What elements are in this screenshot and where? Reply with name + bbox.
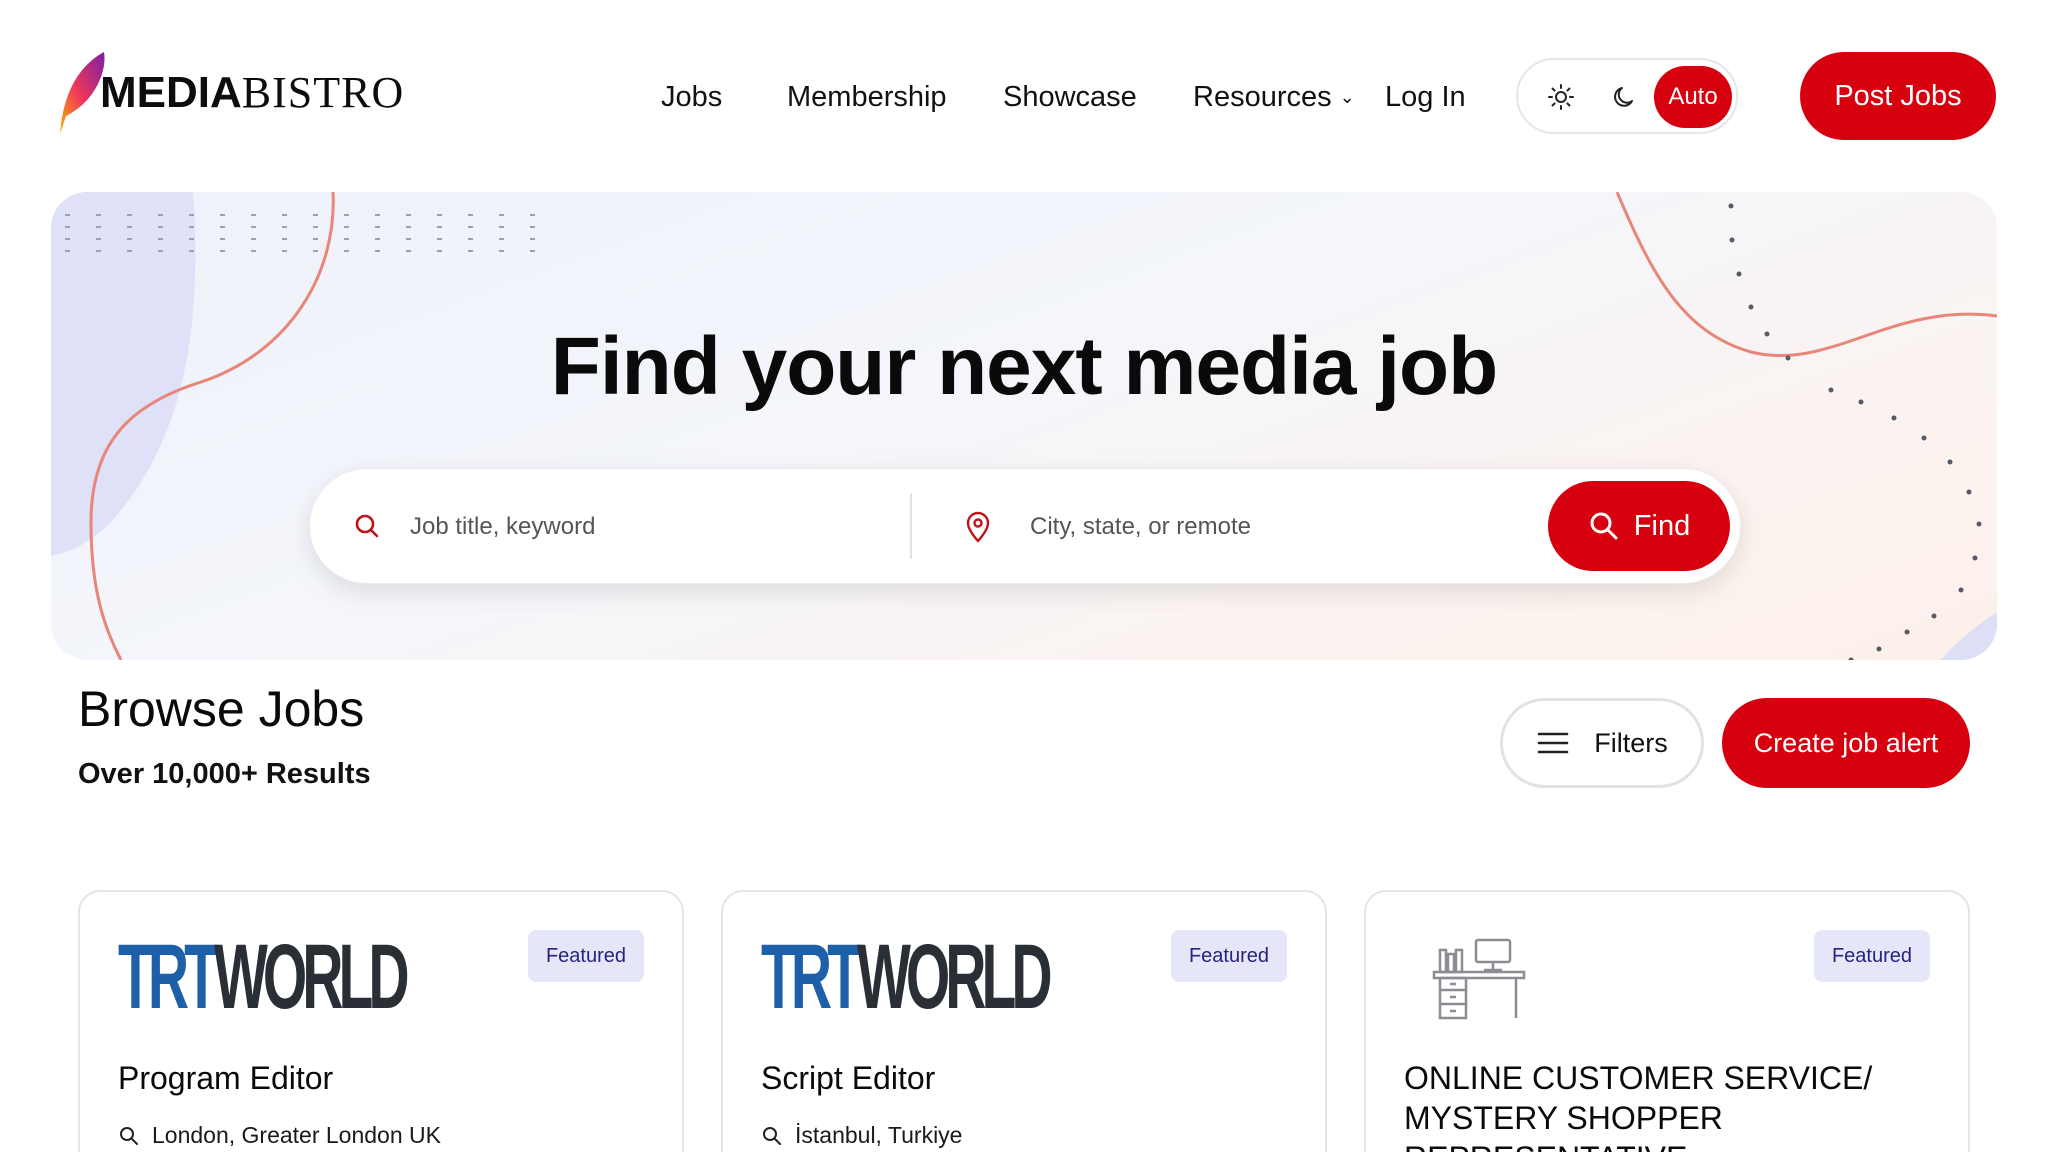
dot-arc [1728, 203, 1982, 660]
nav-membership[interactable]: Membership [787, 72, 947, 122]
auto-mode-button[interactable]: Auto [1654, 66, 1732, 128]
chevron-down-icon: ⌄ [1339, 87, 1355, 107]
job-location: İstanbul, Turkiye [761, 1122, 962, 1149]
featured-badge: Featured [1813, 930, 1930, 982]
job-search-bar: Find [309, 468, 1741, 584]
search-icon [350, 509, 386, 545]
mediabistro-logo[interactable]: MEDIABISTRO [56, 50, 404, 136]
search-icon [1590, 512, 1618, 540]
search-icon [120, 1126, 138, 1145]
location-search-input[interactable] [1030, 499, 1530, 555]
hero-decoration [51, 192, 1997, 660]
hero-banner: Find your next media job Find [51, 192, 1997, 660]
job-location: London, Greater London UK [118, 1122, 441, 1149]
location-pin-icon [960, 509, 996, 545]
results-count: Over 10,000+ Results [78, 758, 371, 790]
nav-showcase[interactable]: Showcase [1003, 72, 1137, 122]
nav-jobs[interactable]: Jobs [661, 72, 722, 122]
light-mode-button[interactable] [1530, 66, 1592, 128]
find-button[interactable]: Find [1548, 481, 1730, 571]
dark-mode-button[interactable] [1594, 66, 1656, 128]
keyword-search-input[interactable] [410, 499, 880, 555]
search-divider [910, 493, 912, 559]
logo-wordmark: MEDIABISTRO [100, 68, 405, 117]
browse-jobs-title: Browse Jobs [78, 681, 365, 737]
featured-badge: Featured [527, 930, 644, 982]
desk-icon [1404, 932, 1594, 1022]
job-title[interactable]: ONLINE CUSTOMER SERVICE/ MYSTERY SHOPPER… [1404, 1058, 1930, 1152]
job-card[interactable]: TRTWORLD Featured Script Editor İstanbul… [721, 890, 1327, 1152]
nav-log-in[interactable]: Log In [1385, 72, 1466, 122]
trt-world-logo: TRTWORLD [761, 926, 1053, 1028]
job-title[interactable]: Program Editor [118, 1058, 644, 1098]
theme-toggle: Auto [1516, 58, 1738, 134]
create-job-alert-button[interactable]: Create job alert [1722, 698, 1970, 788]
moon-icon [1614, 87, 1633, 107]
menu-icon [1537, 732, 1569, 754]
job-title[interactable]: Script Editor [761, 1058, 1287, 1098]
filters-button[interactable]: Filters [1500, 698, 1704, 788]
featured-badge: Featured [1170, 930, 1287, 982]
sun-icon [1548, 84, 1574, 110]
nav-resources[interactable]: Resources ⌄ [1193, 72, 1355, 125]
site-header: MEDIABISTRO Jobs Membership Showcase Res… [0, 0, 2048, 190]
trt-world-logo: TRTWORLD [118, 926, 410, 1028]
hero-title: Find your next media job [550, 321, 1498, 412]
search-icon [763, 1126, 781, 1145]
post-jobs-button[interactable]: Post Jobs [1800, 52, 1996, 140]
job-card[interactable]: TRTWORLD Featured Program Editor London,… [78, 890, 684, 1152]
job-card[interactable]: Featured ONLINE CUSTOMER SERVICE/ MYSTER… [1364, 890, 1970, 1152]
